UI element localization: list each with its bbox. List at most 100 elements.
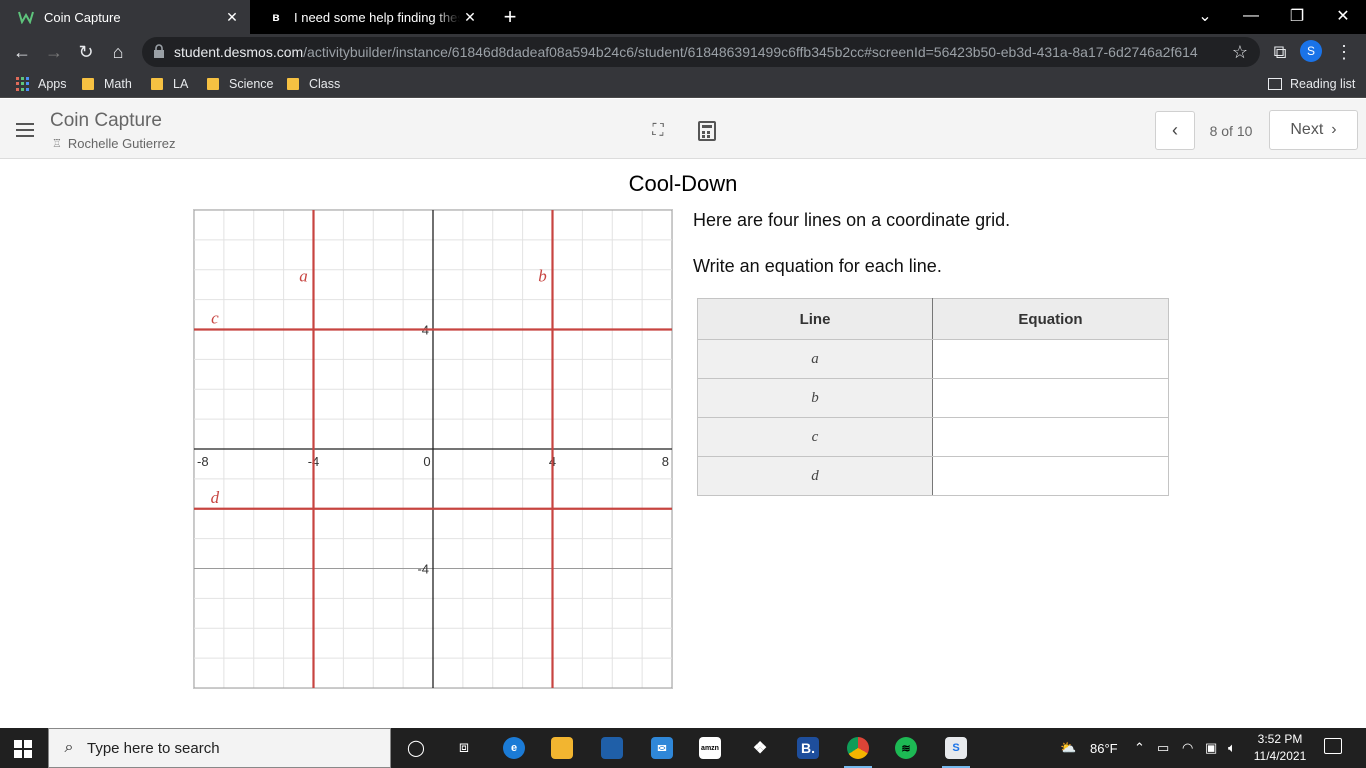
url-text: student.desmos.com/activitybuilder/insta… [174, 44, 1198, 60]
microsoft-store-icon[interactable] [596, 732, 628, 764]
fullscreen-expand-icon[interactable]: ⛶ [648, 121, 668, 141]
volume-icon[interactable]: 🔈︎ [1228, 728, 1236, 768]
table-row: a [697, 339, 1169, 379]
chrome-profile-icon[interactable]: S [940, 732, 972, 768]
new-tab-icon[interactable]: + [498, 4, 522, 29]
line-label-cell: c [697, 417, 933, 457]
equation-input-cell[interactable] [932, 378, 1169, 418]
tab-search-chevron-icon[interactable]: ⌄ [1182, 0, 1228, 32]
dropbox-icon[interactable]: ❖ [744, 732, 776, 764]
reading-list-button[interactable]: Reading list [1268, 74, 1355, 94]
bookmarks-bar: Apps Math LA Science Class Reading list [0, 70, 1366, 98]
hamburger-menu-icon[interactable] [16, 123, 34, 137]
bookmark-star-icon[interactable]: ☆ [1226, 38, 1254, 66]
teacher-name: ♖ Rochelle Gutierrez [52, 136, 176, 151]
display-icon[interactable]: ▣ [1205, 728, 1217, 768]
activity-title: Coin Capture [50, 110, 162, 131]
file-explorer-icon[interactable] [546, 732, 578, 764]
bookmark-label: Apps [38, 77, 67, 91]
taskbar-search-box[interactable]: ⌕ Type here to search [48, 728, 391, 768]
profile-avatar[interactable]: S [1300, 40, 1322, 62]
line-label-b: b [538, 267, 547, 286]
tab-title: Coin Capture [44, 9, 121, 25]
folder-icon [82, 78, 94, 90]
bookmark-la[interactable]: LA [151, 74, 188, 94]
brainly-icon: в [272, 10, 280, 24]
bookmark-math[interactable]: Math [82, 74, 132, 94]
wifi-icon[interactable]: ◠ [1182, 728, 1193, 768]
x-tick-label: -8 [197, 454, 209, 469]
close-tab-icon[interactable]: ✕ [460, 7, 480, 27]
line-label-cell: b [697, 378, 933, 418]
folder-icon [207, 78, 219, 90]
tab-coin-capture[interactable]: Coin Capture ✕ [0, 0, 250, 34]
table-row: c [697, 417, 1169, 457]
chrome-icon[interactable] [842, 732, 874, 768]
back-icon[interactable]: ← [8, 38, 36, 66]
coordinate-graph[interactable]: -8-40484-4abcd [193, 209, 673, 689]
system-clock[interactable]: 3:52 PM 11/4/2021 [1250, 731, 1310, 765]
restore-icon[interactable]: ❐ [1274, 0, 1320, 32]
bookmark-class[interactable]: Class [287, 74, 340, 94]
bookmark-label: LA [173, 77, 189, 91]
folder-icon [151, 78, 163, 90]
folder-icon [287, 78, 299, 90]
close-tab-icon[interactable]: ✕ [222, 7, 242, 27]
weather-temp[interactable]: 86°F [1090, 728, 1118, 768]
table-row: d [697, 456, 1169, 496]
teacher-name-label: Rochelle Gutierrez [67, 136, 176, 151]
more-menu-icon[interactable]: ⋮ [1330, 38, 1358, 66]
browser-tab-bar: Coin Capture ✕ в I need some help findin… [0, 0, 1366, 34]
equation-input-cell[interactable] [932, 456, 1169, 496]
line-label-cell: d [697, 456, 933, 496]
screen-title: Cool-Down [628, 171, 738, 196]
bookmark-science[interactable]: Science [207, 74, 273, 94]
forward-icon[interactable]: → [40, 38, 68, 66]
line-label-cell: a [697, 339, 933, 379]
equation-input-cell[interactable] [932, 417, 1169, 457]
weather-icon[interactable]: ⛅ [1060, 728, 1076, 768]
minimize-icon[interactable]: — [1228, 0, 1274, 32]
notifications-icon[interactable] [1324, 738, 1342, 754]
x-tick-label: 0 [423, 454, 430, 469]
booking-icon[interactable]: B. [792, 732, 824, 764]
spotify-icon[interactable]: ≋ [890, 732, 922, 764]
next-screen-button[interactable]: Next › [1269, 110, 1358, 150]
clock-date: 11/4/2021 [1253, 749, 1307, 763]
previous-screen-button[interactable]: ‹ [1155, 111, 1195, 150]
address-bar[interactable]: student.desmos.com/activitybuilder/insta… [142, 37, 1260, 67]
amazon-icon[interactable]: amzn [694, 732, 726, 764]
search-placeholder: Type here to search [87, 739, 220, 757]
column-header-equation: Equation [932, 298, 1169, 340]
bookmark-label: Class [309, 77, 341, 91]
show-hidden-icons-chevron[interactable]: ⌃ [1134, 728, 1145, 768]
bookmark-apps[interactable]: Apps [16, 74, 67, 94]
reading-list-label: Reading list [1290, 77, 1356, 91]
edge-browser-icon[interactable]: e [498, 732, 530, 764]
reload-icon[interactable]: ↻ [72, 38, 100, 66]
line-label-c: c [211, 309, 219, 328]
windows-start-icon[interactable] [14, 740, 32, 758]
table-header-row: Line Equation [697, 298, 1169, 340]
line-label-d: d [211, 488, 220, 507]
graph-canvas: -8-40484-4abcd [194, 210, 672, 688]
close-window-icon[interactable]: ✕ [1320, 0, 1366, 32]
apps-grid-icon [16, 77, 30, 91]
battery-icon[interactable]: ▭ [1157, 728, 1169, 768]
search-icon: ⌕ [64, 739, 74, 756]
tab-title: I need some help finding these equations [294, 9, 460, 25]
chevron-left-icon: ‹ [1172, 120, 1178, 140]
activity-header: Coin Capture ♖ Rochelle Gutierrez ⛶ ‹ 8 … [0, 99, 1366, 159]
home-icon[interactable]: ⌂ [104, 38, 132, 66]
clock-time: 3:52 PM [1257, 732, 1303, 746]
cortana-icon[interactable]: ◯ [400, 732, 432, 764]
mail-icon[interactable]: ✉ [646, 732, 678, 764]
extensions-puzzle-icon[interactable]: ⧉ [1266, 38, 1294, 66]
y-tick-label: -4 [417, 562, 429, 577]
tab-brainly[interactable]: в I need some help finding these equatio… [250, 0, 488, 34]
task-view-icon[interactable]: ⧈ [448, 732, 480, 764]
calculator-icon[interactable] [698, 121, 716, 141]
equation-input-cell[interactable] [932, 339, 1169, 379]
reading-list-icon [1268, 78, 1282, 90]
line-label-a: a [299, 267, 308, 286]
